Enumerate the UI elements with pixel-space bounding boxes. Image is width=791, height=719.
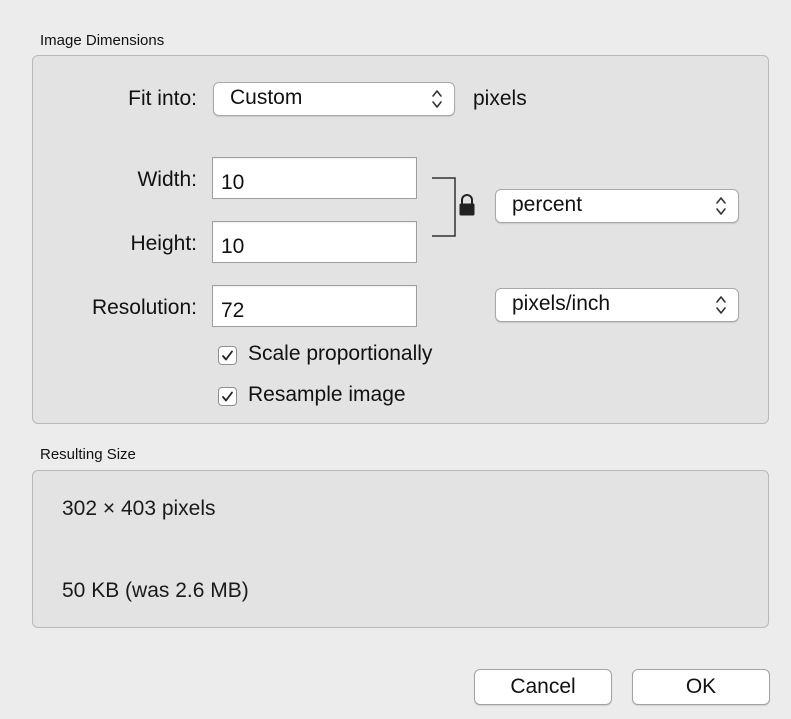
resample-image-label: Resample image — [248, 383, 406, 406]
resolution-unit-popup[interactable]: pixels/inch — [495, 288, 739, 322]
resulting-dimensions: 302 × 403 pixels — [62, 497, 216, 520]
checkbox-box[interactable] — [218, 346, 237, 365]
fit-into-value: Custom — [230, 86, 303, 109]
resolution-unit-value: pixels/inch — [512, 292, 611, 315]
resulting-size-title: Resulting Size — [40, 446, 136, 463]
fit-into-label: Fit into: — [128, 87, 197, 110]
chevron-up-down-icon — [714, 195, 728, 217]
checkmark-icon — [222, 391, 233, 402]
scale-proportionally-checkbox[interactable]: Scale proportionally — [218, 342, 498, 370]
height-label: Height: — [130, 232, 197, 255]
link-bracket — [432, 177, 456, 237]
resample-image-checkbox[interactable]: Resample image — [218, 383, 478, 411]
image-dimensions-title: Image Dimensions — [40, 32, 165, 49]
size-unit-popup[interactable]: percent — [495, 189, 739, 223]
resulting-size-group — [32, 470, 769, 628]
chevron-up-down-icon — [430, 88, 444, 110]
scale-proportionally-label: Scale proportionally — [248, 342, 433, 365]
resolution-label: Resolution: — [91, 296, 197, 319]
width-field[interactable] — [212, 157, 417, 199]
width-label: Width: — [137, 168, 197, 191]
resulting-file-size: 50 KB (was 2.6 MB) — [62, 579, 249, 602]
size-unit-value: percent — [512, 193, 583, 216]
height-field[interactable] — [212, 221, 417, 263]
resolution-field[interactable] — [212, 285, 417, 327]
lock-icon[interactable] — [458, 193, 476, 217]
fit-into-popup[interactable]: Custom — [213, 82, 455, 116]
ok-button[interactable]: OK — [632, 669, 770, 705]
chevron-up-down-icon — [714, 294, 728, 316]
fit-into-unit: pixels — [473, 87, 527, 110]
cancel-button[interactable]: Cancel — [474, 669, 612, 705]
checkmark-icon — [222, 350, 233, 361]
checkbox-box[interactable] — [218, 387, 237, 406]
